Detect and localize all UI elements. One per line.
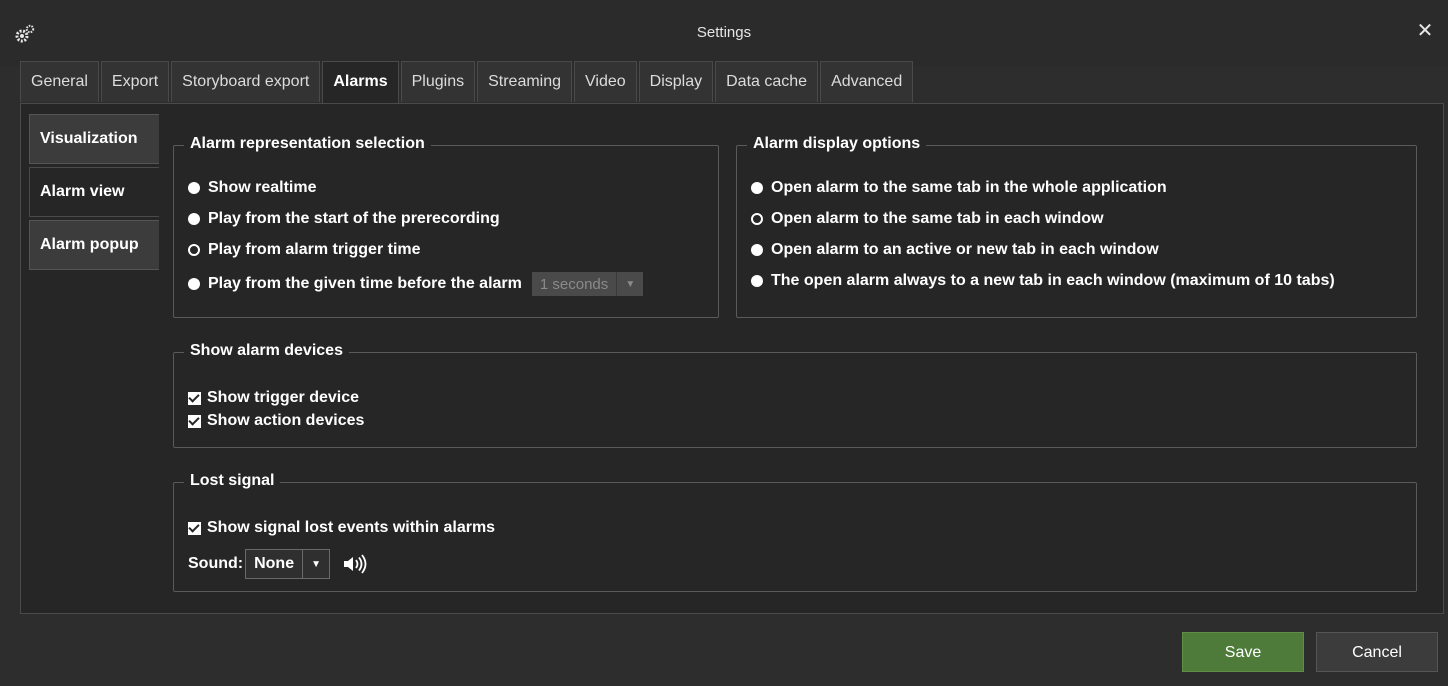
- sound-value: None: [254, 555, 295, 572]
- display-options-title: Alarm display options: [747, 135, 927, 153]
- close-icon[interactable]: ✕: [1414, 20, 1436, 42]
- radio-play-trigger-time[interactable]: Play from alarm trigger time: [188, 241, 421, 259]
- radio-same-tab-application[interactable]: Open alarm to the same tab in the whole …: [751, 179, 1167, 197]
- side-tab-visualization[interactable]: Visualization: [29, 114, 159, 164]
- radio-selected-icon: [188, 182, 200, 194]
- tab-data-cache[interactable]: Data cache: [715, 61, 819, 102]
- save-button[interactable]: Save: [1182, 632, 1304, 672]
- checkbox-label: Show signal lost events within alarms: [207, 519, 496, 536]
- representation-group: Alarm representation selection Show real…: [173, 135, 719, 318]
- option-label: The open alarm always to a new tab in ea…: [771, 272, 1335, 289]
- option-label: Show realtime: [208, 179, 317, 196]
- alarm-devices-group: Show alarm devices Show trigger device S…: [173, 342, 1417, 448]
- tab-storyboard-export[interactable]: Storyboard export: [171, 61, 321, 102]
- display-options-group: Alarm display options Open alarm to the …: [736, 135, 1417, 318]
- radio-play-prerecording[interactable]: Play from the start of the prerecording: [188, 210, 500, 228]
- lost-signal-title: Lost signal: [184, 472, 281, 490]
- radio-selected-icon: [188, 213, 200, 225]
- cancel-button[interactable]: Cancel: [1316, 632, 1438, 672]
- tab-export[interactable]: Export: [100, 61, 170, 102]
- option-label: Play from the given time before the alar…: [208, 275, 522, 292]
- checkbox-label: Show trigger device: [207, 389, 360, 406]
- lost-signal-group: Lost signal Show signal lost events with…: [173, 472, 1417, 592]
- radio-unselected-icon: [188, 244, 200, 256]
- radio-show-realtime[interactable]: Show realtime: [188, 179, 316, 197]
- chevron-down-icon[interactable]: ▼: [616, 272, 643, 296]
- option-label: Play from the start of the prerecording: [208, 210, 500, 227]
- checkbox-show-trigger-device[interactable]: Show trigger device: [188, 389, 359, 407]
- sound-dropdown[interactable]: None ▼: [245, 549, 331, 579]
- radio-same-tab-window[interactable]: Open alarm to the same tab in each windo…: [751, 210, 1104, 228]
- speaker-icon[interactable]: [342, 554, 370, 574]
- tab-plugins[interactable]: Plugins: [400, 61, 476, 102]
- radio-selected-icon: [188, 278, 200, 290]
- radio-selected-icon: [751, 244, 763, 256]
- settings-tabs: General Export Storyboard export Alarms …: [20, 61, 915, 104]
- alarms-panel: Visualization Alarm view Alarm popup Ala…: [20, 103, 1444, 614]
- side-tab-alarm-view[interactable]: Alarm view: [29, 167, 159, 217]
- tab-streaming[interactable]: Streaming: [477, 61, 573, 102]
- radio-selected-icon: [751, 275, 763, 287]
- representation-title: Alarm representation selection: [184, 135, 431, 153]
- tab-alarms[interactable]: Alarms: [322, 61, 399, 104]
- alarm-devices-title: Show alarm devices: [184, 342, 349, 360]
- option-label: Play from alarm trigger time: [208, 241, 421, 258]
- radio-unselected-icon: [751, 213, 763, 225]
- settings-dialog: Settings ✕ General Export Storyboard exp…: [0, 0, 1448, 686]
- tab-advanced[interactable]: Advanced: [820, 61, 914, 102]
- radio-active-or-new-tab[interactable]: Open alarm to an active or new tab in ea…: [751, 241, 1159, 259]
- chevron-down-icon[interactable]: ▼: [302, 550, 329, 578]
- option-label: Open alarm to an active or new tab in ea…: [771, 241, 1159, 258]
- checkbox-checked-icon: [188, 414, 201, 428]
- title-bar: Settings ✕: [0, 0, 1448, 66]
- option-label: Open alarm to the same tab in each windo…: [771, 210, 1104, 227]
- radio-always-new-tab[interactable]: The open alarm always to a new tab in ea…: [751, 272, 1335, 290]
- checkbox-signal-lost-events[interactable]: Show signal lost events within alarms: [188, 519, 495, 537]
- option-label: Open alarm to the same tab in the whole …: [771, 179, 1167, 196]
- tab-video[interactable]: Video: [574, 61, 637, 102]
- sound-row: Sound: None ▼: [188, 549, 370, 579]
- side-tab-alarm-popup[interactable]: Alarm popup: [29, 220, 159, 270]
- tab-general[interactable]: General: [20, 61, 99, 102]
- radio-selected-icon: [751, 182, 763, 194]
- checkbox-show-action-devices[interactable]: Show action devices: [188, 412, 364, 430]
- checkbox-label: Show action devices: [207, 412, 365, 429]
- time-before-spinner[interactable]: 1 seconds ▼: [531, 272, 644, 296]
- window-title: Settings: [696, 24, 752, 41]
- checkbox-checked-icon: [188, 521, 201, 535]
- radio-play-given-time[interactable]: Play from the given time before the alar…: [188, 272, 644, 296]
- sound-label: Sound:: [188, 555, 244, 572]
- checkbox-checked-icon: [188, 391, 201, 405]
- time-before-value: 1 seconds: [539, 275, 609, 293]
- tab-display[interactable]: Display: [638, 61, 714, 102]
